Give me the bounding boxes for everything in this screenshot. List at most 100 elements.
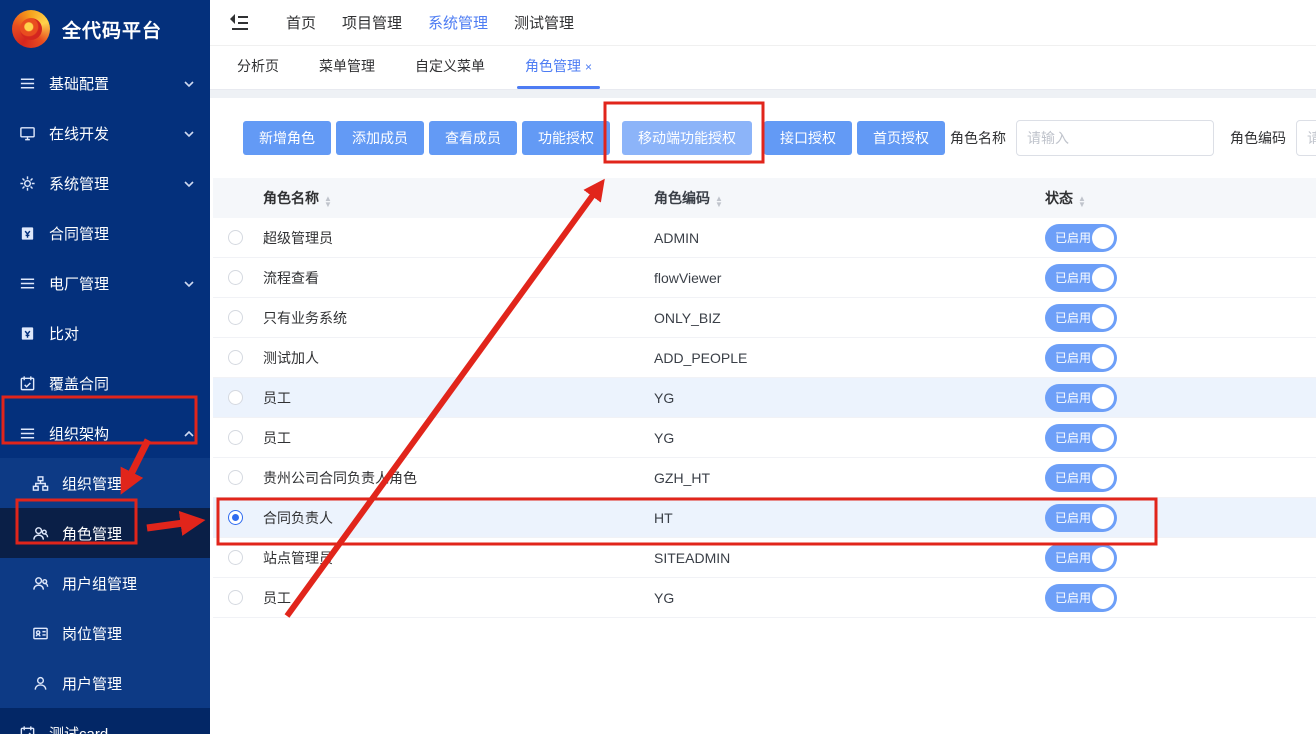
table-row[interactable]: 流程查看flowViewer已启用 — [213, 258, 1316, 298]
role-name-cell: 流程查看 — [257, 268, 654, 288]
table-row[interactable]: 员工YG已启用 — [213, 378, 1316, 418]
table-row[interactable]: 站点管理员SITEADMIN已启用 — [213, 538, 1316, 578]
status-toggle[interactable]: 已启用 — [1045, 504, 1117, 532]
button-新增角色[interactable]: 新增角色 — [243, 121, 331, 155]
button-移动端功能授权[interactable]: 移动端功能授权 — [622, 121, 752, 155]
role-code-cell: ONLY_BIZ — [654, 310, 1045, 326]
sidebar-item-比对[interactable]: 比对 — [0, 308, 210, 358]
tab-label: 自定义菜单 — [415, 58, 485, 74]
sidebar-menu: 基础配置在线开发系统管理合同管理电厂管理比对覆盖合同组织架构 — [0, 58, 210, 458]
row-radio[interactable] — [228, 510, 243, 525]
row-radio[interactable] — [228, 550, 243, 565]
table-row[interactable]: 员工YG已启用 — [213, 578, 1316, 618]
divider — [210, 90, 1316, 98]
column-status[interactable]: 状态▲▼ — [1045, 188, 1316, 208]
topnav-item-测试管理[interactable]: 测试管理 — [514, 12, 574, 33]
test-icon — [19, 725, 36, 734]
sidebar-subitem-用户组管理[interactable]: 用户组管理 — [0, 558, 210, 608]
table-row[interactable]: 只有业务系统ONLY_BIZ已启用 — [213, 298, 1316, 338]
row-radio[interactable] — [228, 430, 243, 445]
sidebar-subitem-组织管理[interactable]: 组织管理 — [0, 458, 210, 508]
table-row[interactable]: 员工YG已启用 — [213, 418, 1316, 458]
table-row[interactable]: 测试加人ADD_PEOPLE已启用 — [213, 338, 1316, 378]
sidebar-item-测试card[interactable]: 测试card — [0, 708, 210, 734]
tab-label: 菜单管理 — [319, 58, 375, 74]
chevron-down-icon — [183, 177, 195, 189]
collapse-sidebar-icon[interactable] — [228, 12, 250, 34]
status-toggle[interactable]: 已启用 — [1045, 544, 1117, 572]
role-code-cell: flowViewer — [654, 270, 1045, 286]
toolbar: 新增角色添加成员查看成员功能授权移动端功能授权接口授权首页授权 — [243, 121, 945, 155]
row-radio[interactable] — [228, 310, 243, 325]
sidebar-item-电厂管理[interactable]: 电厂管理 — [0, 258, 210, 308]
status-toggle[interactable]: 已启用 — [1045, 224, 1117, 252]
role-code-cell: YG — [654, 390, 1045, 406]
role-name-cell: 只有业务系统 — [257, 308, 654, 328]
role-code-input[interactable] — [1296, 120, 1316, 156]
sort-icon[interactable]: ▲▼ — [324, 196, 332, 208]
column-role-name[interactable]: 角色名称▲▼ — [257, 188, 654, 208]
chevron-down-icon — [183, 77, 195, 89]
close-icon[interactable]: × — [585, 60, 592, 74]
sidebar-item-合同管理[interactable]: 合同管理 — [0, 208, 210, 258]
roles-table: 角色名称▲▼ 角色编码▲▼ 状态▲▼ 超级管理员ADMIN已启用流程查看flow… — [213, 178, 1316, 618]
sidebar-item-基础配置[interactable]: 基础配置 — [0, 58, 210, 108]
sidebar: 全代码平台 基础配置在线开发系统管理合同管理电厂管理比对覆盖合同组织架构 组织管… — [0, 0, 210, 734]
column-role-code[interactable]: 角色编码▲▼ — [654, 188, 1045, 208]
table-row[interactable]: 贵州公司合同负责人角色GZH_HT已启用 — [213, 458, 1316, 498]
tab-自定义菜单[interactable]: 自定义菜单 — [415, 56, 485, 89]
sidebar-subitem-角色管理[interactable]: 角色管理 — [0, 508, 210, 558]
sidebar-item-组织架构[interactable]: 组织架构 — [0, 408, 210, 458]
topnav-item-首页[interactable]: 首页 — [286, 12, 316, 33]
logo: 全代码平台 — [0, 0, 210, 58]
role-icon — [32, 525, 49, 542]
sort-icon[interactable]: ▲▼ — [715, 196, 723, 208]
status-toggle[interactable]: 已启用 — [1045, 584, 1117, 612]
sort-icon[interactable]: ▲▼ — [1078, 196, 1086, 208]
sidebar-subitem-用户管理[interactable]: 用户管理 — [0, 658, 210, 708]
status-toggle[interactable]: 已启用 — [1045, 384, 1117, 412]
chevron-down-icon — [183, 127, 195, 139]
table-row[interactable]: 合同负责人HT已启用 — [213, 498, 1316, 538]
status-toggle[interactable]: 已启用 — [1045, 464, 1117, 492]
status-toggle[interactable]: 已启用 — [1045, 264, 1117, 292]
button-查看成员[interactable]: 查看成员 — [429, 121, 517, 155]
sidebar-item-覆盖合同[interactable]: 覆盖合同 — [0, 358, 210, 408]
status-toggle[interactable]: 已启用 — [1045, 344, 1117, 372]
app-title: 全代码平台 — [62, 16, 162, 43]
role-name-input[interactable] — [1016, 120, 1214, 156]
sidebar-bottom: 测试card — [0, 708, 210, 734]
row-radio[interactable] — [228, 390, 243, 405]
chevron-up-icon — [183, 427, 195, 439]
tab-角色管理[interactable]: 角色管理× — [525, 56, 592, 89]
sidebar-item-label: 测试card — [49, 723, 108, 734]
button-添加成员[interactable]: 添加成员 — [336, 121, 424, 155]
sidebar-item-label: 用户管理 — [62, 673, 122, 694]
role-name-cell: 员工 — [257, 388, 654, 408]
sidebar-submenu: 组织管理角色管理用户组管理岗位管理用户管理 — [0, 458, 210, 708]
sidebar-item-在线开发[interactable]: 在线开发 — [0, 108, 210, 158]
sidebar-item-label: 电厂管理 — [49, 273, 109, 294]
topnav-item-系统管理[interactable]: 系统管理 — [428, 12, 488, 33]
row-radio[interactable] — [228, 230, 243, 245]
org-icon — [32, 475, 49, 492]
tab-菜单管理[interactable]: 菜单管理 — [319, 56, 375, 89]
role-name-cell: 测试加人 — [257, 348, 654, 368]
table-row[interactable]: 超级管理员ADMIN已启用 — [213, 218, 1316, 258]
sidebar-subitem-岗位管理[interactable]: 岗位管理 — [0, 608, 210, 658]
row-radio[interactable] — [228, 470, 243, 485]
sidebar-item-label: 在线开发 — [49, 123, 109, 144]
sidebar-item-系统管理[interactable]: 系统管理 — [0, 158, 210, 208]
row-radio[interactable] — [228, 350, 243, 365]
status-toggle[interactable]: 已启用 — [1045, 424, 1117, 452]
usergroup-icon — [32, 575, 49, 592]
row-radio[interactable] — [228, 270, 243, 285]
topnav-item-项目管理[interactable]: 项目管理 — [342, 12, 402, 33]
menu-icon — [19, 425, 36, 442]
status-toggle[interactable]: 已启用 — [1045, 304, 1117, 332]
button-功能授权[interactable]: 功能授权 — [522, 121, 610, 155]
button-首页授权[interactable]: 首页授权 — [857, 121, 945, 155]
row-radio[interactable] — [228, 590, 243, 605]
tab-分析页[interactable]: 分析页 — [237, 56, 279, 89]
button-接口授权[interactable]: 接口授权 — [764, 121, 852, 155]
